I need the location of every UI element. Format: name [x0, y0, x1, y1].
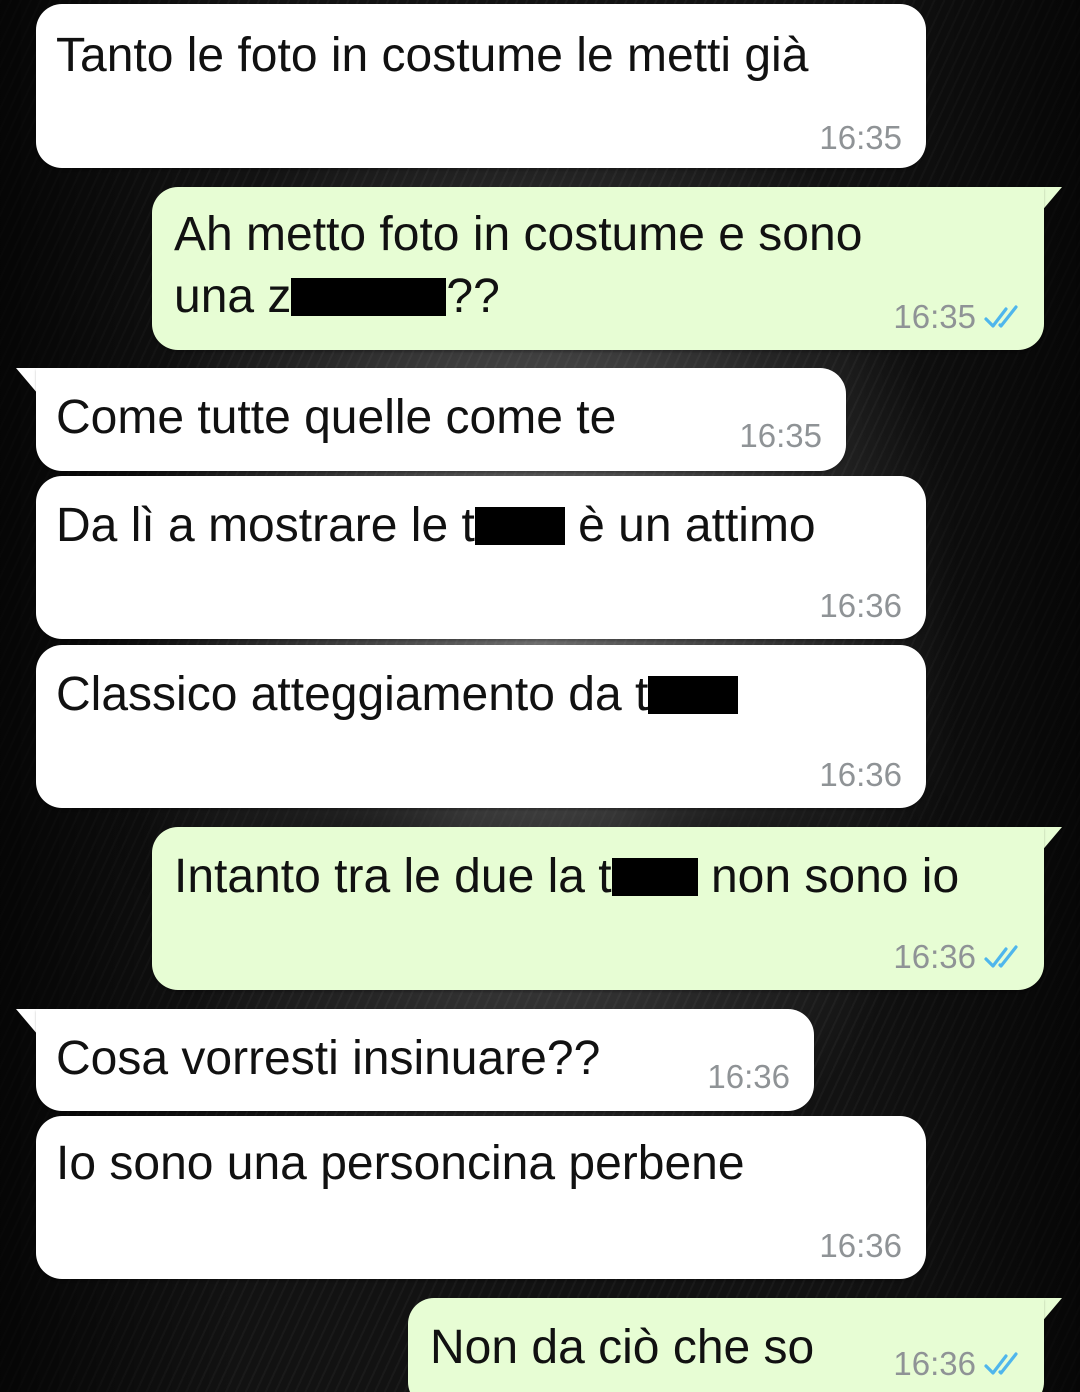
- message-text-before-redaction: Classico atteggiamento da t: [56, 668, 649, 721]
- message-bubble-outgoing[interactable]: Ah metto foto in costume e sono una z?? …: [152, 187, 1044, 350]
- message-text: Da lì a mostrare le t è un attimo: [56, 496, 816, 556]
- message-bubble-incoming[interactable]: Cosa vorresti insinuare?? 16:36: [36, 1009, 814, 1111]
- message-bubble-incoming[interactable]: Classico atteggiamento da t 16:36: [36, 645, 926, 808]
- redaction-bar: [291, 278, 447, 316]
- message-text: Cosa vorresti insinuare??: [56, 1032, 601, 1085]
- double-check-icon: [984, 1352, 1018, 1375]
- message-text: Non da ciò che so: [430, 1321, 815, 1374]
- double-check-icon: [984, 305, 1018, 328]
- message-text: Io sono una personcina perbene: [56, 1137, 745, 1190]
- message-timestamp: 16:35: [739, 417, 822, 454]
- message-bubble-incoming[interactable]: Da lì a mostrare le t è un attimo 16:36: [36, 476, 926, 639]
- message-text-before-redaction: Da lì a mostrare le t: [56, 499, 475, 552]
- message-timestamp: 16:36: [819, 1227, 902, 1264]
- bubble-tail: [16, 1009, 38, 1035]
- message-text-after-redaction: è un attimo: [564, 499, 816, 552]
- redaction-bar: [611, 858, 698, 896]
- message-timestamp: 16:35: [819, 119, 902, 156]
- message-timestamp: 16:36: [707, 1058, 790, 1095]
- message-bubble-incoming[interactable]: Tanto le foto in costume le metti già 16…: [36, 4, 926, 168]
- double-check-icon: [984, 945, 1018, 968]
- message-text-after-redaction: ??: [446, 270, 500, 323]
- message-bubble-incoming[interactable]: Come tutte quelle come te 16:35: [36, 368, 846, 471]
- message-bubble-outgoing[interactable]: Non da ciò che so 16:36: [408, 1298, 1044, 1392]
- message-text: Classico atteggiamento da t: [56, 665, 739, 725]
- message-text-line-2: una z??: [174, 267, 500, 327]
- message-list[interactable]: Tanto le foto in costume le metti già 16…: [0, 0, 1080, 1392]
- message-timestamp: 16:36: [893, 1345, 976, 1382]
- message-timestamp: 16:35: [893, 298, 976, 335]
- message-bubble-outgoing[interactable]: Intanto tra le due la t non sono io 16:3…: [152, 827, 1044, 990]
- redaction-bar: [648, 676, 739, 714]
- message-text-before-redaction: Intanto tra le due la t: [174, 850, 612, 903]
- message-text-after-redaction: non sono io: [697, 850, 960, 903]
- redaction-bar: [474, 507, 565, 545]
- bubble-tail: [16, 368, 38, 394]
- message-timestamp: 16:36: [819, 756, 902, 793]
- message-text-before-redaction: una z: [174, 270, 292, 323]
- message-text: Come tutte quelle come te: [56, 391, 617, 444]
- message-text: Intanto tra le due la t non sono io: [174, 847, 959, 907]
- message-text: Tanto le foto in costume le metti già: [56, 29, 809, 82]
- message-bubble-incoming[interactable]: Io sono una personcina perbene 16:36: [36, 1116, 926, 1279]
- message-timestamp: 16:36: [819, 587, 902, 624]
- message-timestamp: 16:36: [893, 938, 976, 975]
- message-text-line-1: Ah metto foto in costume e sono: [174, 208, 863, 261]
